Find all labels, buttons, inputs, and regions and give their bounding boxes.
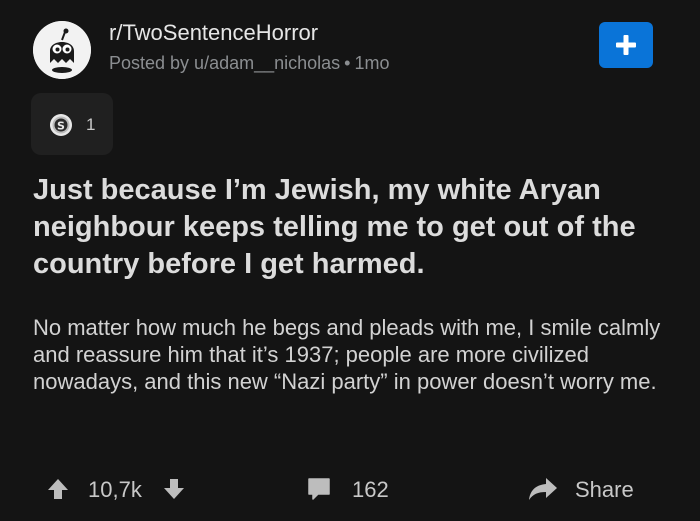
post-meta: Posted by u/adam__nicholas • 1mo (109, 53, 389, 74)
post-age: 1mo (354, 53, 390, 73)
posted-by-link[interactable]: Posted by u/adam__nicholas (109, 53, 340, 73)
plus-icon (616, 35, 636, 55)
join-button[interactable] (599, 22, 653, 68)
award-chip[interactable]: S 1 (31, 93, 113, 155)
downvote-arrow-icon[interactable] (162, 477, 186, 501)
share-label: Share (575, 477, 634, 502)
ghost-avatar-icon (33, 21, 91, 79)
share-arrow-icon (529, 478, 557, 500)
comment-count: 162 (352, 477, 389, 502)
post-action-bar: 10,7k 162 Share (0, 468, 700, 508)
post-title: Just because I’m Jewish, my white Aryan … (33, 174, 636, 280)
post-body: No matter how much he begs and pleads wi… (33, 315, 661, 394)
svg-text:S: S (57, 120, 65, 133)
silver-award-icon: S (50, 114, 72, 136)
comment-bubble-icon (308, 478, 330, 500)
subreddit-name[interactable]: r/TwoSentenceHorror (109, 20, 318, 46)
meta-separator: • (344, 53, 351, 73)
subreddit-avatar[interactable] (33, 21, 91, 79)
vote-score: 10,7k (88, 477, 142, 502)
upvote-arrow-icon[interactable] (46, 477, 70, 501)
post-header: r/TwoSentenceHorror Posted by u/adam__ni… (33, 18, 658, 79)
award-count: 1 (86, 115, 96, 134)
